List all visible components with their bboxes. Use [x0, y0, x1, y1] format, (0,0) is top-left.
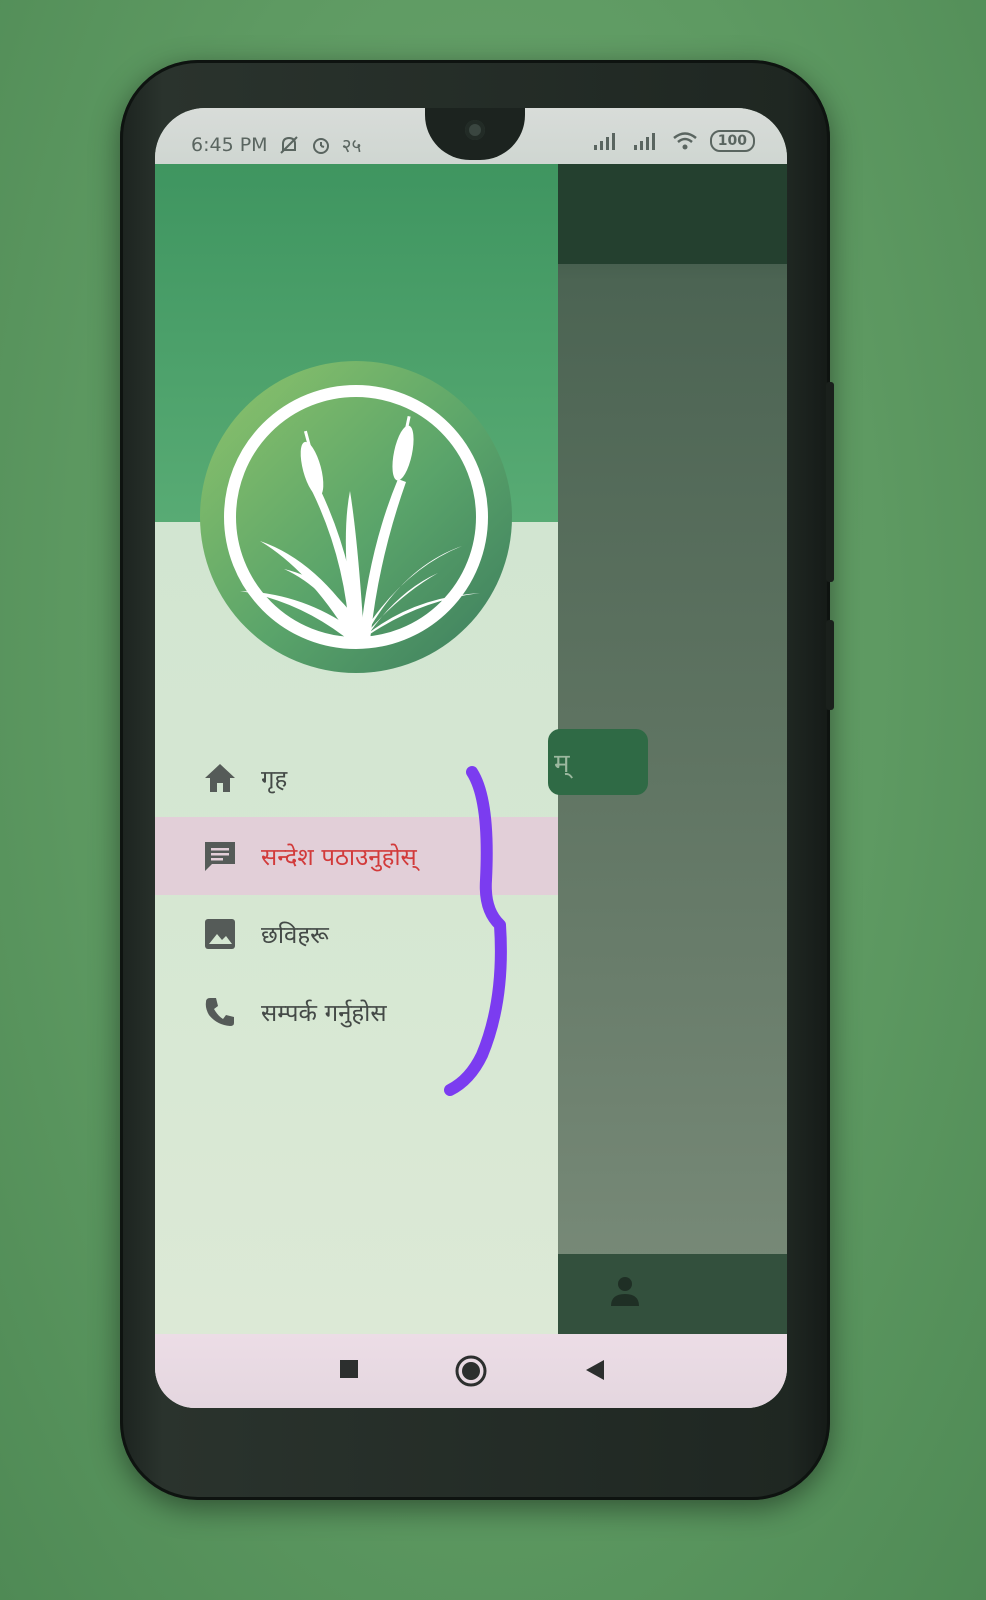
phone-screen: 6:45 PM २५ 100 गृह सन्देश पठाउनुहोस् छवि… [155, 108, 787, 1408]
background-app-toolbar [558, 164, 787, 264]
status-time: 6:45 PM [191, 134, 268, 156]
front-camera [465, 120, 485, 140]
background-app-button: म् [548, 729, 648, 795]
menu-item-label: गृह [261, 764, 288, 793]
home-button-icon[interactable] [454, 1354, 488, 1388]
menu-item-label: सन्देश पठाउनुहोस् [261, 842, 417, 871]
drawer-menu: गृह सन्देश पठाउनुहोस् छविहरू सम्पर्क गर्… [155, 739, 558, 1051]
home-icon [201, 759, 239, 797]
background-button-text: म् [554, 749, 570, 779]
menu-item-send-message[interactable]: सन्देश पठाउनुहोस् [155, 817, 558, 895]
navigation-drawer: गृह सन्देश पठाउनुहोस् छविहरू सम्पर्क गर्… [155, 164, 558, 1334]
person-icon [611, 1277, 639, 1306]
status-bar: 6:45 PM २५ 100 [155, 108, 787, 164]
cattail-logo-icon [200, 361, 512, 673]
signal-icon-2 [633, 133, 655, 150]
status-left: 6:45 PM २५ [191, 132, 361, 158]
system-navigation-bar [155, 1334, 787, 1408]
status-right: 100 [592, 130, 755, 152]
background-app-bottom-bar [558, 1254, 787, 1334]
menu-item-label: सम्पर्क गर्नुहोस [261, 998, 387, 1027]
menu-item-label: छविहरू [261, 920, 329, 949]
mute-icon [279, 136, 298, 154]
image-icon [201, 915, 239, 953]
dimmed-background-app[interactable]: म् [548, 164, 787, 1334]
phone-icon [201, 993, 239, 1031]
message-icon [201, 837, 239, 875]
recents-button-icon[interactable] [338, 1358, 360, 1380]
notification-count: २५ [341, 135, 362, 157]
menu-item-home[interactable]: गृह [155, 739, 558, 817]
power-button [826, 382, 834, 582]
back-button-icon[interactable] [584, 1358, 606, 1382]
volume-button [826, 620, 834, 710]
alarm-icon [312, 138, 329, 154]
menu-item-contact[interactable]: सम्पर्क गर्नुहोस [155, 973, 558, 1051]
wifi-icon [672, 132, 697, 150]
camera-notch [425, 108, 525, 160]
battery-indicator: 100 [709, 130, 755, 152]
menu-item-photos[interactable]: छविहरू [155, 895, 558, 973]
signal-icon [593, 133, 615, 150]
